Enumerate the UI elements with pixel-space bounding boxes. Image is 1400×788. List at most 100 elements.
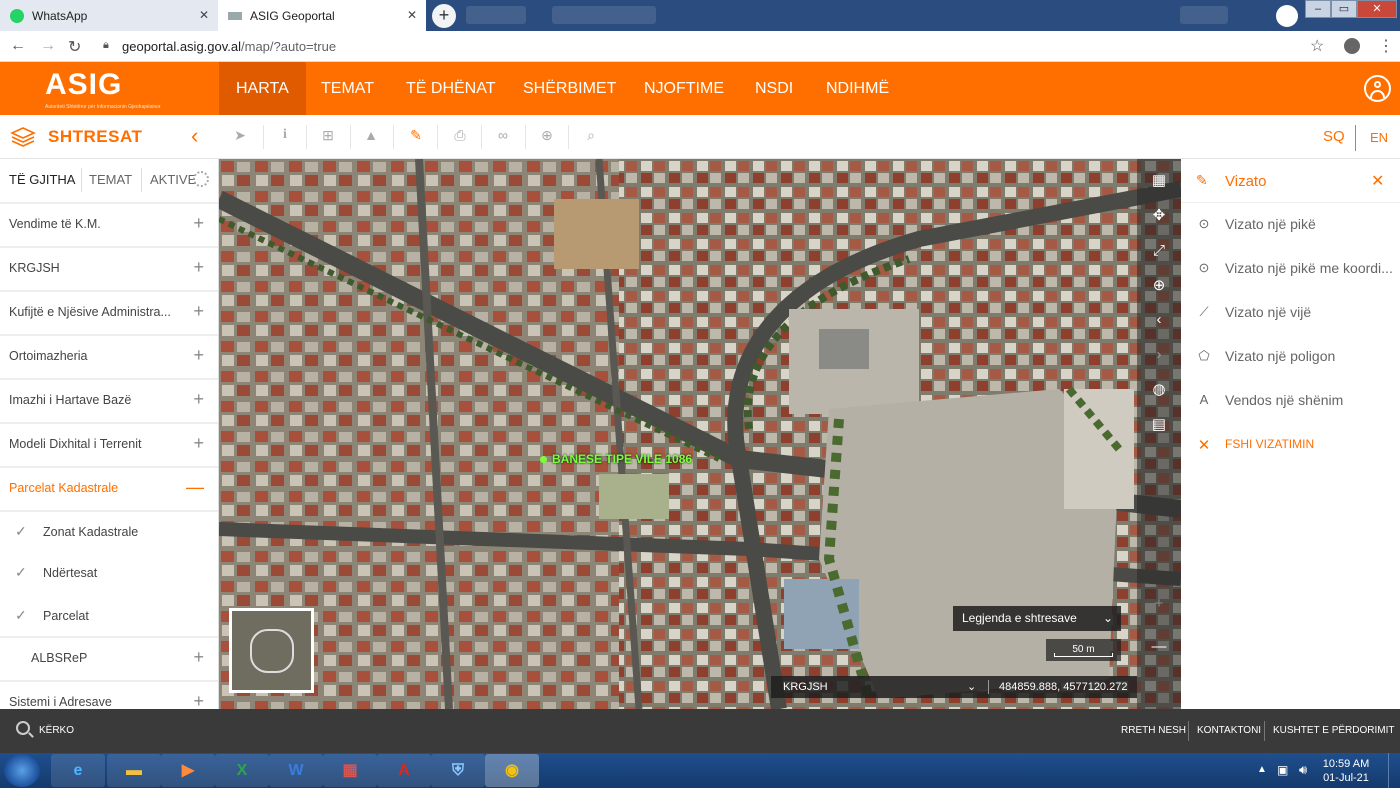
new-tab-button[interactable]: + — [432, 4, 456, 28]
defender-shield-icon[interactable]: ⛨ — [431, 754, 485, 787]
footer-link-kushtet[interactable]: KUSHTET E PËRDORIMIT — [1273, 725, 1395, 736]
layer-group-parcelat-kadastrale[interactable]: Parcelat Kadastrale — — [0, 466, 218, 510]
full-extent-icon[interactable]: ✥ — [1149, 206, 1169, 226]
zoom-out-icon[interactable]: — — [1149, 637, 1169, 657]
tab-aktive[interactable]: AKTIVE — [150, 172, 196, 187]
nav-nsdi[interactable]: NSDI — [738, 62, 810, 115]
collapse-panel-icon[interactable]: ‹ — [191, 123, 198, 149]
layer-group-ortoimazheria[interactable]: Ortoimazheria + — [0, 334, 218, 378]
expand-plus-icon[interactable]: + — [193, 345, 204, 366]
layer-parcelat[interactable]: ✓ Parcelat — [0, 596, 218, 640]
chrome-icon[interactable]: ◉ — [485, 754, 539, 787]
layer-group-kufijte[interactable]: Kufijtë e Njësive Administra... + — [0, 290, 218, 334]
tab-temat[interactable]: TEMAT — [89, 172, 132, 187]
expand-plus-icon[interactable]: + — [193, 647, 204, 668]
layer-group-modeli[interactable]: Modeli Dixhital i Terrenit + — [0, 422, 218, 466]
volume-icon[interactable]: 🔊︎ — [1299, 762, 1307, 778]
crs-select[interactable]: KRGJSH — [783, 676, 828, 698]
layer-zonat-kadastrale[interactable]: ✓ Zonat Kadastrale — [0, 510, 218, 554]
draw-point-coords-button[interactable]: ⊙ Vizato një pikë me koordi... — [1181, 247, 1400, 291]
layer-group-vendime[interactable]: Vendime të K.M. + — [0, 202, 218, 246]
layer-group-krgjsh[interactable]: KRGJSH + — [0, 246, 218, 290]
check-icon[interactable]: ✓ — [15, 607, 27, 624]
expand-plus-icon[interactable]: + — [193, 257, 204, 278]
asig-logo[interactable]: ASIG Autoriteti Shtetëror për Informacio… — [45, 68, 161, 110]
layer-group-imazhi[interactable]: Imazhi i Hartave Bazë + — [0, 378, 218, 422]
print-icon[interactable]: ⎙ — [451, 127, 469, 145]
lang-en-button[interactable]: EN — [1370, 130, 1388, 145]
excel-icon[interactable]: X — [215, 754, 269, 787]
globe-icon[interactable]: ◍ — [1149, 380, 1169, 400]
collapse-minus-icon[interactable]: — — [186, 477, 204, 498]
draw-point-button[interactable]: ⊙ Vizato një pikë — [1181, 203, 1400, 247]
media-player-icon[interactable]: ▶ — [161, 754, 215, 787]
file-explorer-icon[interactable]: ▬ — [107, 754, 161, 787]
next-extent-icon[interactable]: › — [1149, 345, 1169, 365]
tab-whatsapp[interactable]: WhatsApp ✕ — [0, 0, 218, 31]
basemap-icon[interactable]: ▦ — [1149, 171, 1169, 191]
layer-ndertesat[interactable]: ✓ Ndërtesat — [0, 553, 218, 597]
layer-group-albsrep[interactable]: ALBSReP + — [0, 636, 218, 680]
nav-temat[interactable]: TEMAT — [304, 62, 391, 115]
add-layer-icon[interactable]: ⊞ — [319, 127, 337, 145]
reload-icon[interactable]: ↻ — [68, 37, 81, 57]
forward-icon[interactable]: → — [40, 37, 56, 55]
start-button-icon[interactable] — [4, 754, 40, 787]
link-share-icon[interactable]: ∞ — [494, 127, 512, 145]
nav-njoftime[interactable]: NJOFTIME — [627, 62, 741, 115]
draw-polygon-button[interactable]: ⬠ Vizato një poligon — [1181, 335, 1400, 379]
zoom-box-icon[interactable]: ⊕ — [1149, 276, 1169, 296]
fullscreen-icon[interactable]: ⤢ — [1149, 241, 1169, 261]
settings-gear-icon[interactable] — [193, 171, 209, 187]
add-circle-icon[interactable]: ⊕ — [538, 127, 556, 145]
close-tab-icon[interactable]: ✕ — [407, 8, 417, 22]
nav-sherbimet[interactable]: SHËRBIMET — [506, 62, 633, 115]
expand-plus-icon[interactable]: + — [193, 213, 204, 234]
lock-icon[interactable]: 🔒︎ — [103, 39, 109, 52]
nav-te-dhenat[interactable]: TË DHËNAT — [389, 62, 512, 115]
user-icon[interactable] — [1364, 75, 1391, 102]
select-pointer-icon[interactable]: ➤ — [231, 127, 249, 145]
elevation-profile-icon[interactable]: ▲ — [362, 127, 380, 145]
close-tab-icon[interactable]: ✕ — [199, 8, 209, 22]
check-icon[interactable]: ✓ — [15, 564, 27, 581]
check-icon[interactable]: ✓ — [15, 523, 27, 540]
search-zoom-icon[interactable]: ⌕ — [582, 127, 600, 145]
minimize-icon[interactable]: – — [1305, 0, 1331, 18]
draw-edit-icon[interactable]: ✎ — [407, 127, 425, 145]
tab-asig-geoportal[interactable]: ASIG Geoportal ✕ — [218, 0, 426, 31]
profile-menu-icon[interactable] — [1276, 5, 1298, 27]
system-clock[interactable]: 10:59 AM 01-Jul-21 — [1318, 757, 1374, 785]
draw-text-button[interactable]: A Vendos një shënim — [1181, 379, 1400, 423]
lang-sq-button[interactable]: SQ — [1323, 128, 1345, 145]
previous-extent-icon[interactable]: ‹ — [1149, 310, 1169, 330]
show-desktop-button[interactable] — [1388, 753, 1400, 788]
expand-plus-icon[interactable]: + — [193, 691, 204, 709]
clear-drawing-button[interactable]: ✕ FSHI VIZATIMIN — [1181, 423, 1400, 467]
draw-line-button[interactable]: ⟋ Vizato një vijë — [1181, 291, 1400, 335]
layer-group-sistemi-adresave[interactable]: Sistemi i Adresave + — [0, 680, 218, 709]
internet-explorer-icon[interactable]: e — [51, 754, 105, 787]
winrar-icon[interactable]: ▦ — [323, 754, 377, 787]
close-icon[interactable]: ✕ — [1371, 171, 1384, 191]
close-window-icon[interactable]: ✕ — [1357, 0, 1397, 18]
browser-menu-icon[interactable]: ⋮ — [1378, 36, 1394, 56]
footer-link-kontaktoni[interactable]: KONTAKTONI — [1197, 725, 1261, 736]
map-feature-label[interactable]: BANESE TIPE VILE 1086 — [540, 452, 692, 466]
expand-plus-icon[interactable]: + — [193, 301, 204, 322]
overview-minimap[interactable] — [229, 608, 314, 693]
tab-te-gjitha[interactable]: TË GJITHA — [9, 172, 75, 187]
account-icon[interactable] — [1344, 38, 1360, 54]
search-link[interactable]: KËRKO — [39, 725, 74, 736]
bookmark-star-icon[interactable]: ☆ — [1310, 36, 1324, 56]
word-icon[interactable]: W — [269, 754, 323, 787]
grid-icon[interactable]: ▤ — [1149, 415, 1169, 435]
maximize-icon[interactable]: ▭ — [1331, 0, 1357, 18]
legend-dropdown[interactable]: Legjenda e shtresave ⌄ — [953, 606, 1121, 631]
acrobat-icon[interactable]: A — [377, 754, 431, 787]
info-icon[interactable]: i — [276, 127, 294, 145]
expand-plus-icon[interactable]: + — [193, 389, 204, 410]
tray-expand-icon[interactable]: ▲ — [1257, 764, 1267, 775]
nav-ndihme[interactable]: NDIHMË — [809, 62, 906, 115]
expand-plus-icon[interactable]: + — [193, 433, 204, 454]
